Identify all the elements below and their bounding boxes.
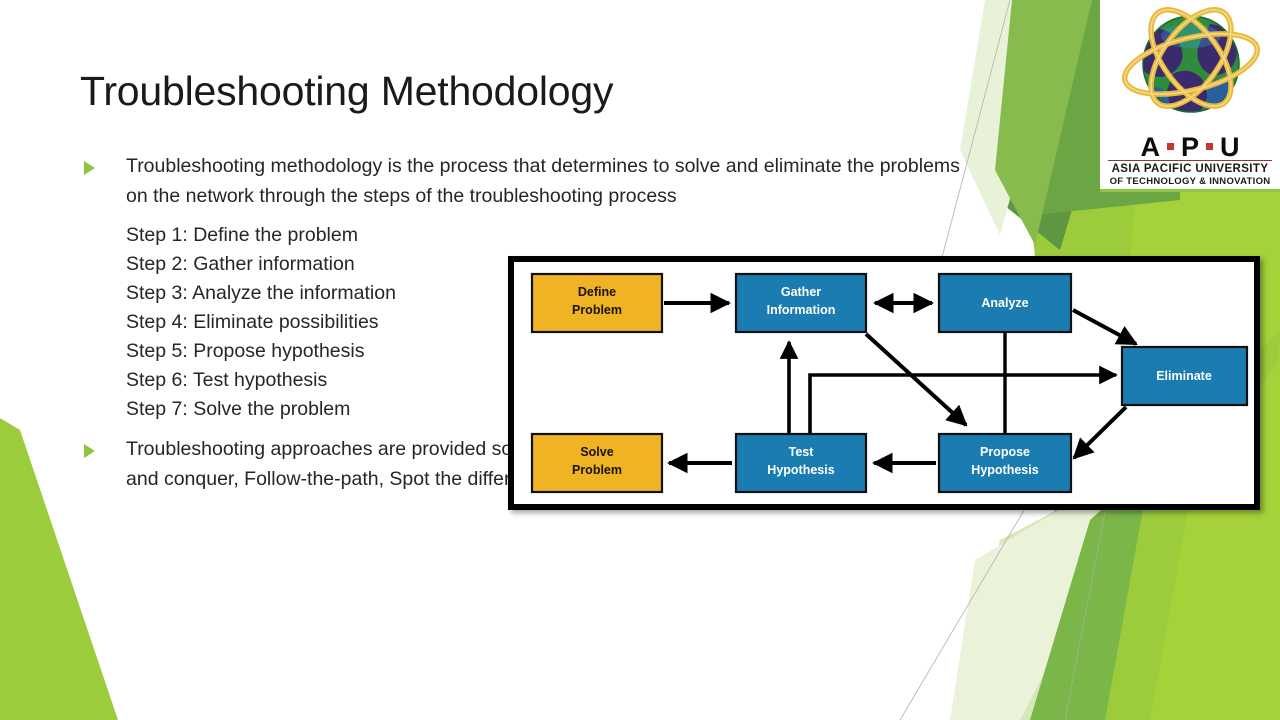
flow-node-define-problem: Define Problem (530, 272, 664, 334)
triangle-bullet-icon (84, 152, 126, 182)
page-title: Troubleshooting Methodology (80, 68, 614, 115)
bg-hairline-3 (1064, 511, 1106, 720)
apu-letter-a: A (1140, 131, 1160, 162)
flow-node-test-hypothesis-line2: Hypothesis (767, 463, 834, 477)
flow-node-analyze-label: Analyze (981, 296, 1028, 310)
flow-node-gather-information-line1: Gather (781, 285, 821, 299)
triangle-bullet-icon (84, 435, 126, 465)
flow-node-gather-information: Gather Information (734, 272, 868, 334)
flow-node-gather-information-line2: Information (767, 303, 836, 317)
bullet-text-intro: Troubleshooting methodology is the proce… (126, 155, 960, 207)
edge-analyze-to-eliminate (1072, 308, 1138, 346)
logo-divider (1108, 160, 1272, 161)
flow-node-test-hypothesis: Test Hypothesis (734, 432, 868, 494)
flow-node-propose-hypothesis-line2: Hypothesis (971, 463, 1038, 477)
logo-tagline-line2: OF TECHNOLOGY & INNOVATION (1109, 176, 1271, 187)
edge-test-to-eliminate (808, 365, 1118, 434)
apu-letter-u: U (1220, 131, 1240, 162)
bg-poly-mid-upper (995, 0, 1092, 245)
flow-node-define-problem-line1: Define (578, 285, 616, 299)
flow-node-define-problem-line2: Problem (572, 303, 622, 317)
flow-node-test-hypothesis-line1: Test (789, 445, 815, 459)
flow-node-eliminate: Eliminate (1120, 345, 1249, 407)
flow-node-solve-problem-line1: Solve (580, 445, 613, 459)
flow-node-eliminate-label: Eliminate (1156, 369, 1212, 383)
apu-letter-p: P (1180, 131, 1199, 162)
apu-separator-dot-2 (1206, 142, 1213, 150)
globe-atom-icon (1121, 7, 1261, 113)
apu-lettermark: A P U (1100, 132, 1280, 162)
slide-canvas: A P U ASIA PACIFIC UNIVERSITY OF TECHNOL… (0, 0, 1280, 720)
logo-underbar (1100, 189, 1280, 192)
flow-node-analyze: Analyze (937, 272, 1073, 334)
step-item-1: Step 1: Define the problem (126, 224, 358, 246)
troubleshooting-flowchart: Define Problem Gather Information Analyz… (508, 256, 1260, 510)
apu-separator-dot-1 (1166, 142, 1174, 150)
logo-tagline-line1: ASIA PACIFIC UNIVERSITY (1111, 163, 1269, 175)
flow-node-solve-problem: Solve Problem (530, 432, 664, 494)
bullet-item-intro: Troubleshooting methodology is the proce… (84, 152, 974, 211)
apu-logo: A P U ASIA PACIFIC UNIVERSITY OF TECHNOL… (1100, 0, 1280, 192)
flowchart-canvas: Define Problem Gather Information Analyz… (530, 272, 1249, 494)
edge-gather-to-propose (864, 332, 968, 427)
edge-eliminate-to-propose (1072, 405, 1128, 460)
flow-node-propose-hypothesis: Propose Hypothesis (937, 432, 1073, 494)
flow-node-propose-hypothesis-line1: Propose (980, 445, 1030, 459)
flow-node-solve-problem-line2: Problem (572, 463, 622, 477)
